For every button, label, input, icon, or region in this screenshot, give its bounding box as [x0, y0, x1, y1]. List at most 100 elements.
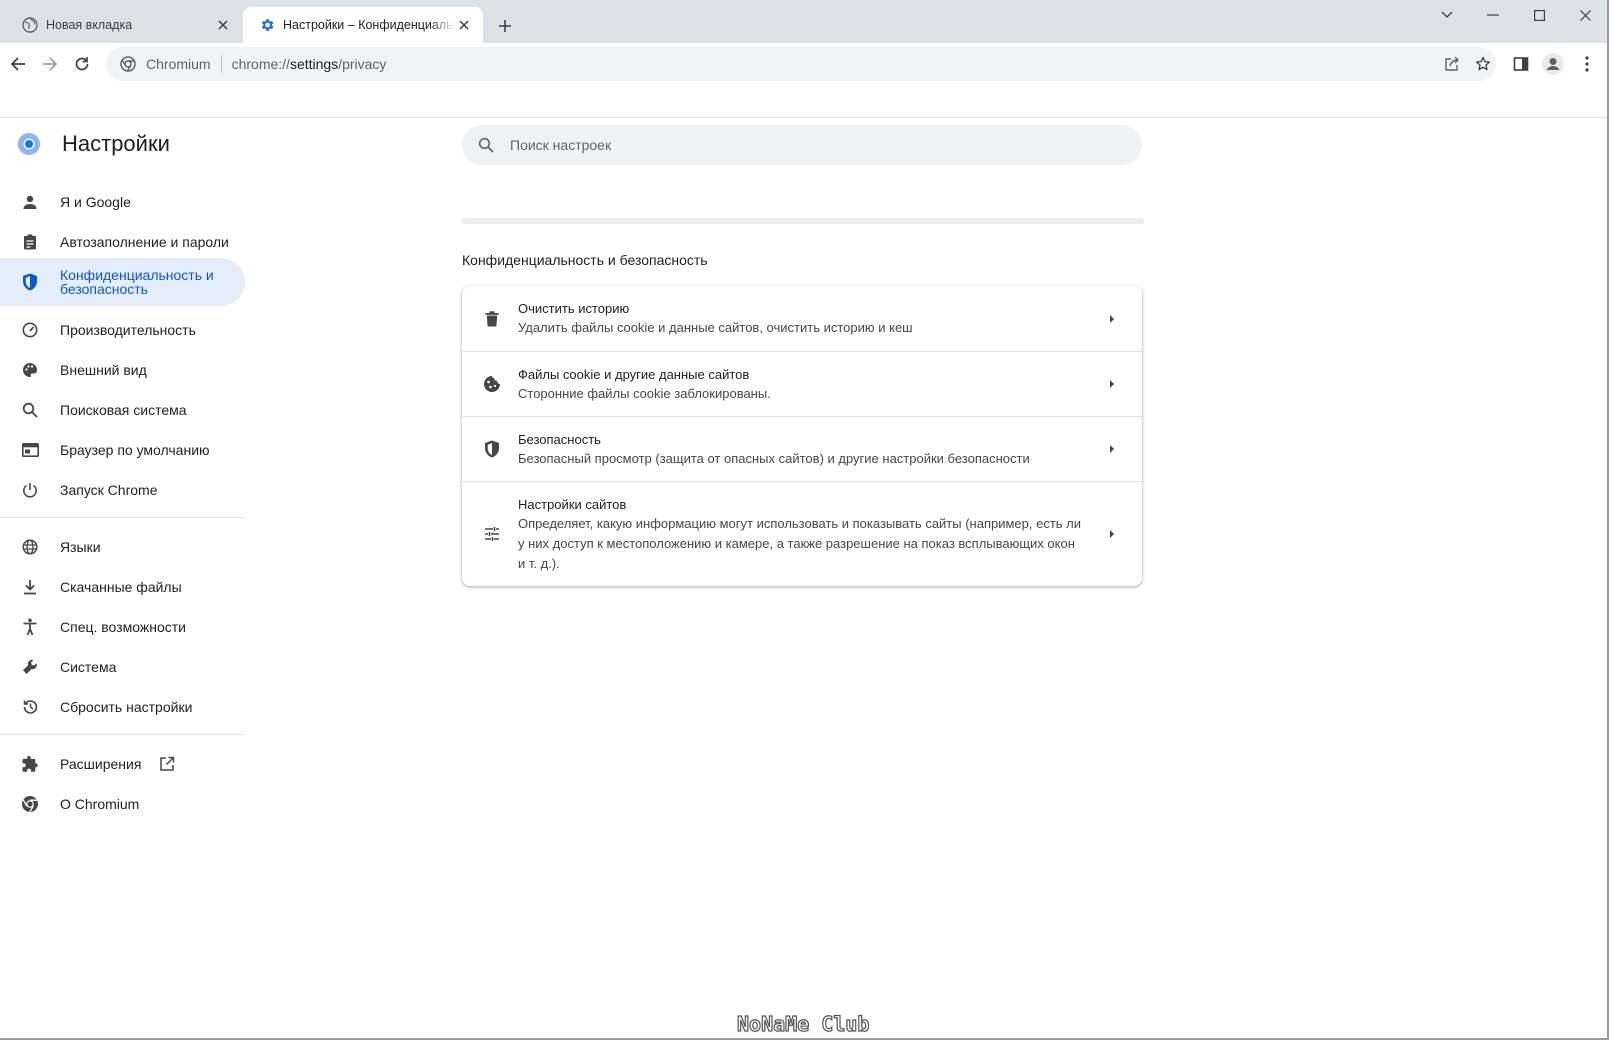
- maximize-icon[interactable]: [1516, 0, 1562, 30]
- row-title: Безопасность: [518, 431, 601, 447]
- sidebar-item-label: Сбросить настройки: [60, 699, 193, 715]
- arrow-right-icon: [1102, 524, 1122, 544]
- tab-title: Настройки – Конфиденциальность и безопас…: [283, 18, 455, 32]
- sidebar-item-languages[interactable]: Языки: [0, 527, 245, 567]
- sidebar-item-label: Внешний вид: [60, 362, 147, 378]
- row-clear-browsing-data[interactable]: Очистить историю Удалить файлы cookie и …: [462, 286, 1142, 351]
- origin-separator: [220, 55, 222, 73]
- globe-icon: [20, 537, 40, 557]
- accessibility-icon: [20, 617, 40, 637]
- shield-icon: [20, 272, 40, 292]
- search-placeholder: Поиск настроек: [510, 137, 612, 153]
- row-security[interactable]: Безопасность Безопасный просмотр (защита…: [462, 416, 1142, 481]
- search-icon: [20, 400, 40, 420]
- reload-button[interactable]: [68, 50, 96, 78]
- person-icon: [20, 192, 40, 212]
- sidebar-item-label: Производительность: [60, 322, 196, 338]
- arrow-right-icon: [1102, 309, 1122, 329]
- sidebar-item-label: Конфиденциальность и безопасность: [60, 267, 214, 297]
- tab-settings[interactable]: Настройки – Конфиденциальность и безопас…: [243, 7, 483, 43]
- shield-icon: [482, 439, 502, 459]
- origin-chip: Chromium: [146, 56, 211, 72]
- sidebar-item-reset-settings[interactable]: Сбросить настройки: [0, 687, 245, 727]
- header-divider: [0, 117, 1609, 118]
- power-icon: [20, 480, 40, 500]
- section-title: Конфиденциальность и безопасность: [462, 252, 708, 268]
- sidebar-item-label: Я и Google: [60, 194, 131, 210]
- sidebar-item-label: Запуск Chrome: [60, 482, 158, 498]
- url-text: chrome://settings/privacy: [232, 56, 387, 72]
- sidebar-item-label: О Chromium: [60, 796, 140, 812]
- share-icon[interactable]: [1438, 50, 1466, 78]
- tab-strip: Новая вкладка Настройки – Конфиденциальн…: [0, 0, 1609, 43]
- forward-button[interactable]: [36, 50, 64, 78]
- watermark: NoNaMe Club: [736, 1011, 870, 1036]
- sidebar-item-label: Расширения: [60, 756, 142, 772]
- sidebar-item-on-startup[interactable]: Запуск Chrome: [0, 470, 245, 510]
- chromium-icon: [118, 54, 138, 74]
- trash-icon: [482, 309, 502, 329]
- sidebar-item-label: Спец. возможности: [60, 619, 186, 635]
- row-cookies[interactable]: Файлы cookie и другие данные сайтов Стор…: [462, 351, 1142, 416]
- open-in-new-icon: [159, 756, 175, 772]
- toolbar: Chromium chrome://settings/privacy: [0, 43, 1609, 85]
- puzzle-icon: [20, 754, 40, 774]
- chromium-logo-icon: [18, 133, 40, 155]
- window-close-icon[interactable]: [1562, 0, 1608, 30]
- row-subtitle: Удалить файлы cookie и данные сайтов, оч…: [518, 320, 913, 335]
- sidebar-item-privacy[interactable]: Конфиденциальность и безопасность: [0, 258, 245, 306]
- url-host: settings: [289, 56, 339, 72]
- sidebar-item-label: Языки: [60, 539, 101, 555]
- tab-title: Новая вкладка: [46, 18, 133, 32]
- row-subtitle: Определяет, какую информацию могут испол…: [518, 515, 1082, 571]
- sidebar-item-performance[interactable]: Производительность: [0, 310, 245, 350]
- side-panel-icon[interactable]: [1507, 50, 1535, 78]
- row-subtitle: Безопасный просмотр (защита от опасных с…: [518, 450, 1030, 466]
- browser-icon: [20, 440, 40, 460]
- sidebar-item-label: Поисковая система: [60, 402, 187, 418]
- sidebar-item-autofill[interactable]: Автозаполнение и пароли: [0, 222, 245, 262]
- sidebar-divider: [0, 517, 245, 518]
- sidebar-item-search-engine[interactable]: Поисковая система: [0, 390, 245, 430]
- url-path: /privacy: [338, 56, 387, 72]
- chromium-icon: [20, 794, 40, 814]
- gear-icon: [259, 17, 275, 33]
- tab-new-tab[interactable]: Новая вкладка: [6, 7, 242, 43]
- sidebar-item-label: Система: [60, 659, 117, 675]
- sidebar-item-me-and-google[interactable]: Я и Google: [0, 182, 245, 222]
- close-tab-icon[interactable]: [455, 16, 473, 34]
- back-button[interactable]: [4, 50, 32, 78]
- arrow-right-icon: [1102, 439, 1122, 459]
- speedometer-icon: [20, 320, 40, 340]
- row-title: Файлы cookie и другие данные сайтов: [518, 366, 750, 382]
- menu-kebab-icon[interactable]: [1573, 50, 1601, 78]
- minimize-icon[interactable]: [1470, 0, 1516, 30]
- sidebar-item-downloads[interactable]: Скачанные файлы: [0, 567, 245, 607]
- new-tab-button[interactable]: [493, 14, 517, 38]
- bookmark-star-icon[interactable]: [1469, 50, 1497, 78]
- download-icon: [20, 577, 40, 597]
- sidebar-item-about[interactable]: О Chromium: [0, 784, 245, 824]
- tab-search-icon[interactable]: [1424, 0, 1470, 30]
- sidebar-item-appearance[interactable]: Внешний вид: [0, 350, 245, 390]
- palette-icon: [20, 360, 40, 380]
- sidebar-item-label: Браузер по умолчанию: [60, 442, 210, 458]
- sidebar-item-system[interactable]: Система: [0, 647, 245, 687]
- sidebar-item-default-browser[interactable]: Браузер по умолчанию: [0, 430, 245, 470]
- address-bar[interactable]: Chromium chrome://settings/privacy: [106, 47, 1496, 81]
- profile-avatar-icon[interactable]: [1539, 50, 1567, 78]
- settings-brand: Настройки: [18, 131, 170, 157]
- sidebar-item-accessibility[interactable]: Спец. возможности: [0, 607, 245, 647]
- row-title: Очистить историю: [518, 301, 630, 316]
- wrench-icon: [20, 657, 40, 677]
- row-subtitle: Сторонние файлы cookie заблокированы.: [518, 385, 771, 401]
- safety-check-placeholder: [462, 218, 1144, 224]
- settings-search-input[interactable]: Поиск настроек: [462, 125, 1142, 165]
- close-tab-icon[interactable]: [214, 16, 232, 34]
- clipboard-icon: [20, 232, 40, 252]
- row-site-settings[interactable]: Настройки сайтов Определяет, какую инфор…: [462, 481, 1142, 586]
- sidebar-item-extensions[interactable]: Расширения: [0, 744, 245, 784]
- sidebar-item-label: Скачанные файлы: [60, 579, 182, 595]
- sidebar-divider: [0, 734, 245, 735]
- tune-icon: [482, 524, 502, 544]
